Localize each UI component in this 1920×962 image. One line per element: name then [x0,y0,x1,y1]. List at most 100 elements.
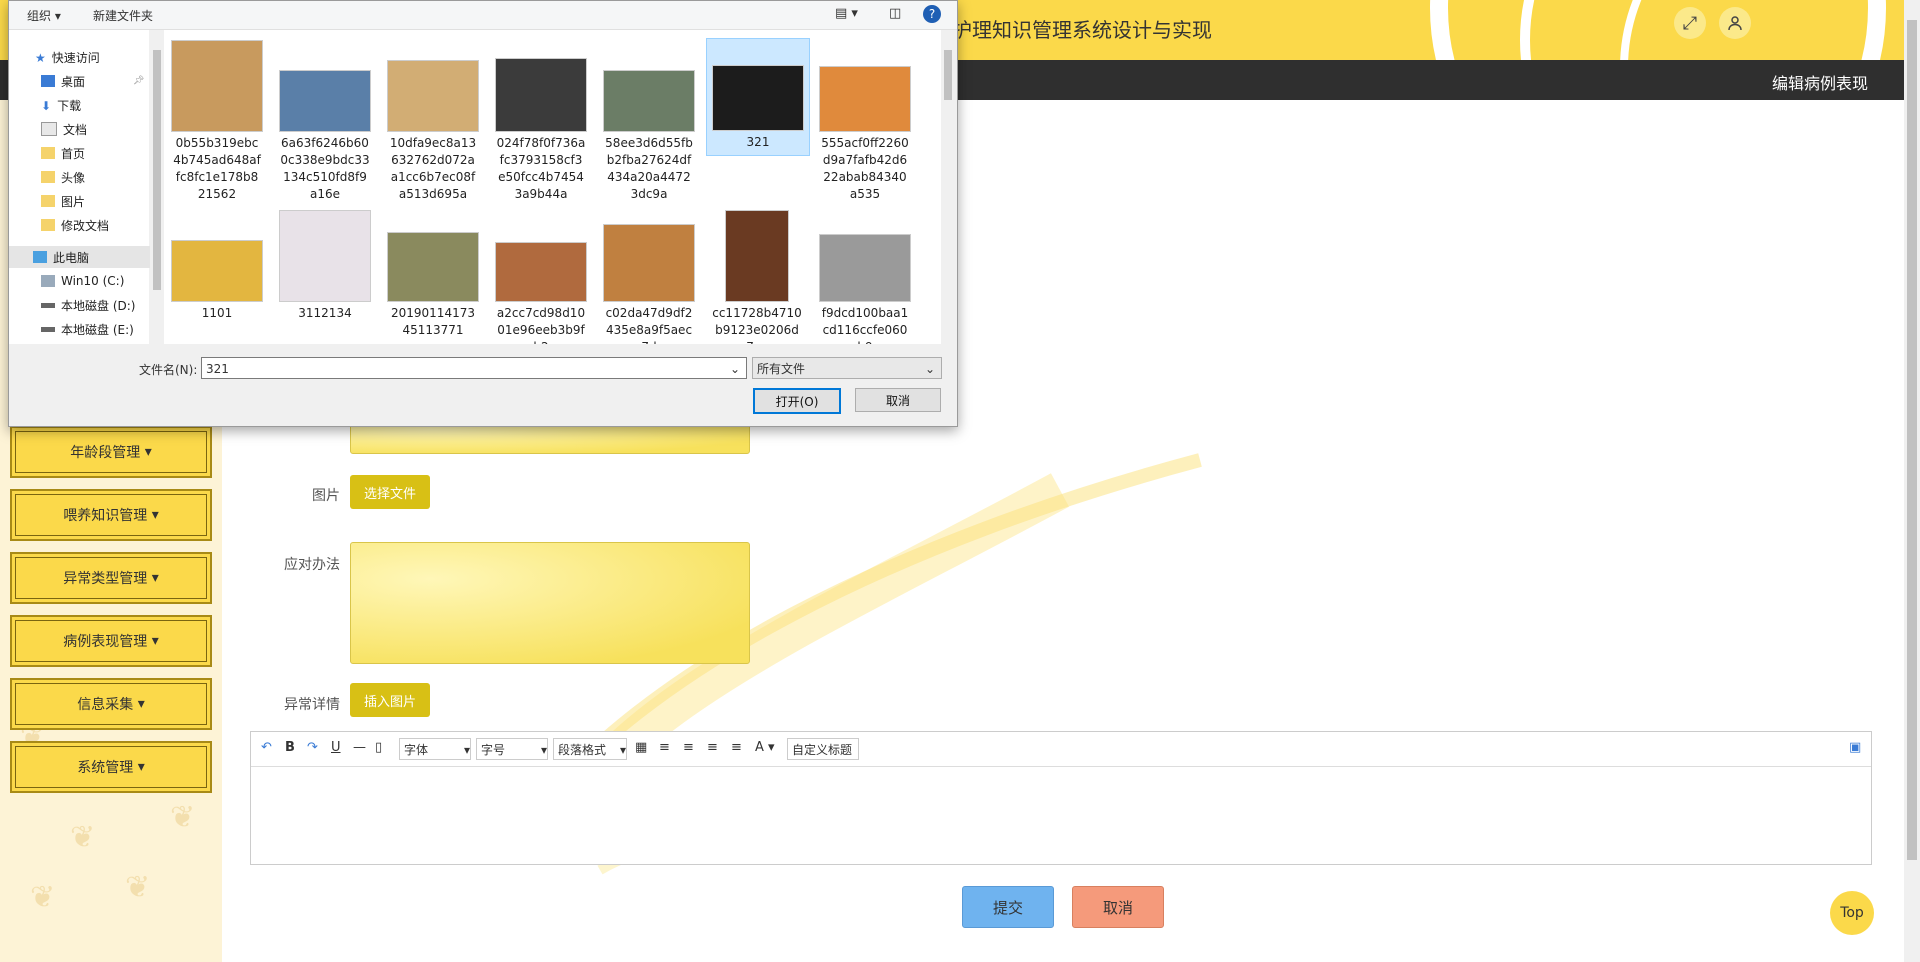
open-button[interactable]: 打开(O) [753,388,841,414]
back-to-top-button[interactable]: Top [1830,891,1874,935]
caret-down-icon: ▾ [463,743,470,757]
desktop-icon [41,75,55,87]
dialog-cancel-button[interactable]: 取消 [855,388,941,412]
page-icon[interactable]: ▯ [375,740,382,755]
nav-item-this-pc[interactable]: 此电脑 [9,246,173,268]
file-item[interactable]: 1101 [166,210,268,322]
align-justify-icon[interactable]: ≡ [731,740,742,755]
choose-file-button[interactable]: 选择文件 [350,475,430,509]
redo-icon[interactable]: ↷ [307,740,318,755]
file-thumbnail [725,210,789,302]
file-type-select[interactable]: 所有文件 ⌄ [752,357,942,379]
dialog-footer: 文件名(N): 321 ⌄ 所有文件 ⌄ 打开(O) 取消 [9,345,957,425]
navigation-pane: ★ 快速访问 桌面 📌︎ ⬇ 下载 文档 首页 头像 图片 修改文档 此电脑 Win1… [9,30,173,344]
bold-button[interactable]: B [285,740,295,755]
preview-pane-icon[interactable]: ◫ [889,6,901,21]
chevron-down-icon: ⌄ [924,362,935,376]
help-icon[interactable]: ? [923,5,941,23]
caret-down-icon: ▾ [147,633,159,649]
file-thumbnail [387,232,479,302]
nav-scrollbar[interactable] [150,30,164,344]
table-icon[interactable]: ▦ [635,740,647,755]
fullscreen-editor-icon[interactable]: ▣ [1849,740,1861,755]
caret-down-icon: ▾ [540,743,547,757]
cancel-button[interactable]: 取消 [1072,886,1164,928]
sidebar-item-age-group[interactable]: 年龄段管理 ▾ [10,426,212,478]
organize-button[interactable]: 组织 ▾ [27,7,61,24]
header-decoration [1620,0,1920,60]
file-list-scrollbar[interactable] [941,30,955,344]
underline-button[interactable]: U [331,740,341,755]
file-thumbnail [819,234,911,302]
undo-icon[interactable]: ↶ [261,740,272,755]
star-icon: ★ [35,51,46,65]
folder-icon [41,219,55,231]
file-item[interactable]: 555acf0ff2260d9a7fafb42d622abab84340a535 [814,40,916,203]
computer-icon [33,251,47,263]
solution-textarea[interactable] [350,542,750,664]
nav-scrollbar-thumb[interactable] [153,50,161,290]
file-item[interactable]: 024f78f0f736afc3793158cf3e50fcc4b74543a9… [490,40,592,203]
paragraph-select[interactable]: 段落格式 ▾ [553,738,627,760]
font-select[interactable]: 字体 ▾ [399,738,471,760]
sidebar-item-case[interactable]: 病例表现管理 ▾ [10,615,212,667]
folder-icon [41,171,55,183]
editor-toolbar: ↶ B ↷ U — ▯ 字体 ▾ 字号 ▾ 段落格式 ▾ ▦ ≡ ≡ ≡ ≡ A ▾ … [251,732,1871,767]
file-item[interactable]: 2019011417345113771 [382,210,484,339]
document-icon [41,122,57,136]
file-thumbnail [819,66,911,132]
page-scrollbar[interactable] [1904,0,1920,962]
expand-icon: ⤢ [1682,12,1698,34]
sidebar-item-system[interactable]: 系统管理 ▾ [10,741,212,793]
caret-down-icon: ▾ [147,570,159,586]
file-thumbnail [495,58,587,132]
caret-down-icon: ▾ [133,696,145,712]
leaf-decoration: ❦ [170,800,196,835]
caret-down-icon: ▾ [147,507,159,523]
file-thumbnail [279,70,371,132]
file-thumbnail [495,242,587,302]
image-label: 图片 [312,488,340,504]
file-item[interactable]: cc11728b4710b9123e0206d7ce [706,210,808,344]
file-item-selected[interactable]: 321 [706,38,810,156]
file-item[interactable]: f9dcd100baa1cd116ccfe060b9 [814,210,916,344]
file-item[interactable]: 6a63f6246b600c338e9bdc33134c510fd8f9a16e [274,40,376,203]
file-item[interactable]: 10dfa9ec8a13632762d072aa1cc6b7ec08fa513d… [382,40,484,203]
dialog-toolbar: 组织 ▾ 新建文件夹 ▤ ▾ ◫ ? [9,1,957,30]
rich-text-editor[interactable]: ↶ B ↷ U — ▯ 字体 ▾ 字号 ▾ 段落格式 ▾ ▦ ≡ ≡ ≡ ≡ A ▾ … [250,731,1872,865]
view-options-icon[interactable]: ▤ ▾ [835,6,858,21]
font-size-select[interactable]: 字号 ▾ [476,738,548,760]
file-thumbnail [171,40,263,132]
fullscreen-button[interactable]: ⤢ [1674,7,1706,39]
insert-image-button[interactable]: 插入图片 [350,683,430,717]
file-item[interactable]: 58ee3d6d55fbb2fba27624df434a20a44723dc9a [598,40,700,203]
leaf-decoration: ❦ [125,870,151,905]
new-folder-button[interactable]: 新建文件夹 [93,7,153,24]
horizontal-rule-icon[interactable]: — [353,740,366,755]
file-list: 0b55b319ebc4b745ad648affc8fc1e178b821562… [164,30,949,344]
sidebar-item-feeding[interactable]: 喂养知识管理 ▾ [10,489,212,541]
align-left-icon[interactable]: ≡ [659,740,670,755]
font-color-button[interactable]: A ▾ [755,740,775,755]
file-item[interactable]: a2cc7cd98d1001e96eeb3b9fb2 [490,210,592,344]
align-center-icon[interactable]: ≡ [707,740,718,755]
align-right-icon[interactable]: ≡ [683,740,694,755]
file-open-dialog: 组织 ▾ 新建文件夹 ▤ ▾ ◫ ? ★ 快速访问 桌面 📌︎ ⬇ 下载 文档 首页 … [8,0,958,427]
file-thumbnail [171,240,263,302]
submit-button[interactable]: 提交 [962,886,1054,928]
file-list-scrollbar-thumb[interactable] [944,50,952,100]
file-item[interactable]: 3112134 [274,210,376,322]
chevron-down-icon: ⌄ [729,362,740,376]
user-button[interactable] [1719,7,1751,39]
caret-down-icon: ▾ [133,759,145,775]
page-title: 编辑病例表现 [1771,74,1868,93]
file-item[interactable]: 0b55b319ebc4b745ad648affc8fc1e178b821562 [166,40,268,203]
filename-input[interactable]: 321 ⌄ [201,357,747,379]
sidebar-item-abnormal-type[interactable]: 异常类型管理 ▾ [10,552,212,604]
caret-down-icon: ▾ [140,444,152,460]
detail-label: 异常详情 [284,697,340,713]
page-scrollbar-thumb[interactable] [1907,20,1917,860]
custom-title-select[interactable]: 自定义标题 [787,738,859,760]
sidebar-item-collection[interactable]: 信息采集 ▾ [10,678,212,730]
file-item[interactable]: c02da47d9df2435e8a9f5aec7d [598,210,700,344]
